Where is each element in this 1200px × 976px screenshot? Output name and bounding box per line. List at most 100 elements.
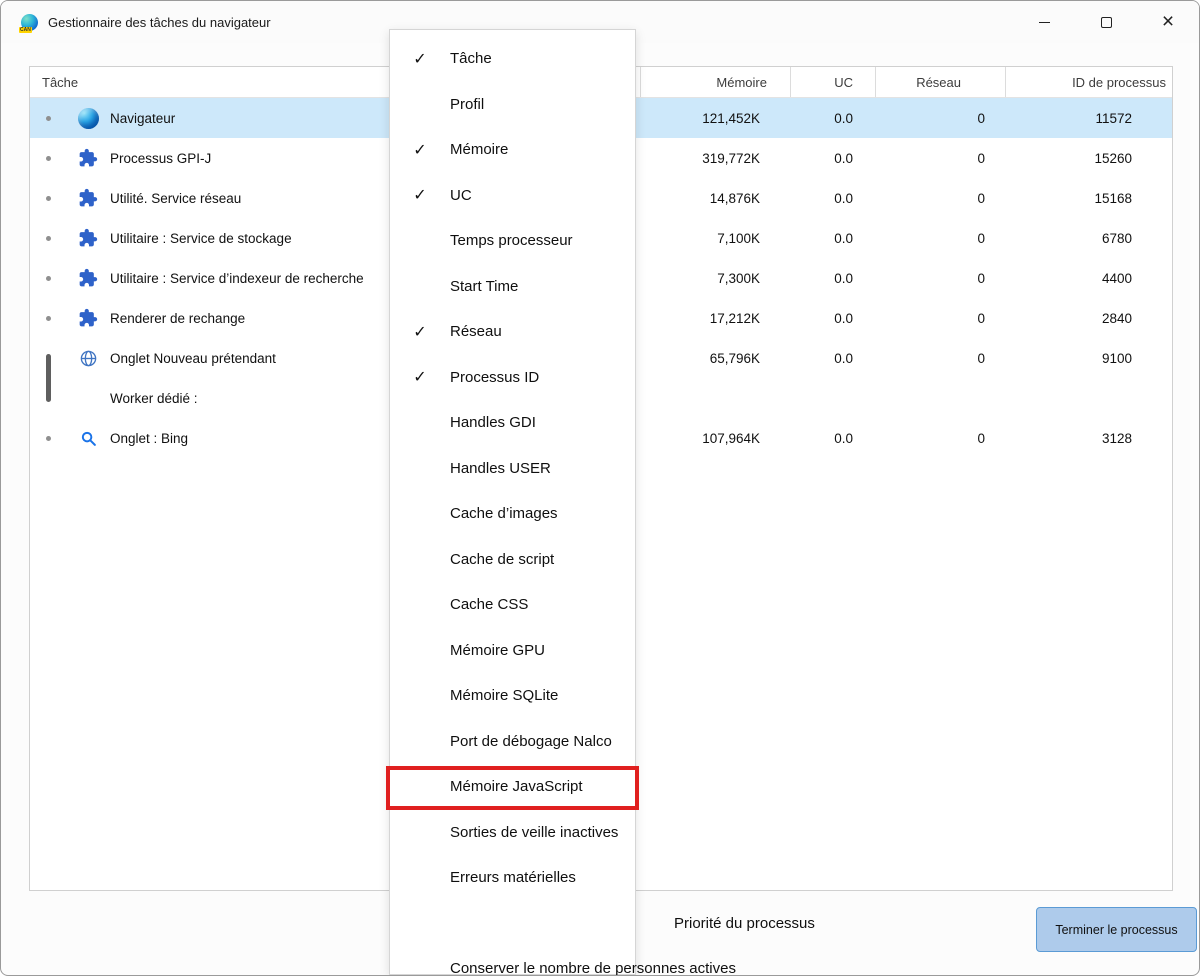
tab-globe-icon bbox=[66, 349, 110, 368]
check-icon: ✓ bbox=[413, 50, 427, 68]
maximize-icon bbox=[1100, 16, 1112, 28]
menu-item-sorties-de-veille-inactives[interactable]: Sorties de veille inactives bbox=[390, 810, 635, 856]
network-value: 0 bbox=[977, 270, 985, 286]
menu-item-handles-gdi[interactable]: Handles GDI bbox=[390, 400, 635, 446]
extension-icon bbox=[66, 188, 110, 208]
menu-item-label: Tâche bbox=[450, 50, 492, 68]
menu-item-label: Mémoire GPU bbox=[450, 641, 546, 659]
row-bullet-icon bbox=[45, 235, 51, 241]
minimize-icon bbox=[1038, 21, 1050, 23]
row-bullet-icon bbox=[45, 115, 51, 121]
check-icon: ✓ bbox=[413, 369, 427, 387]
column-header-memoire[interactable]: Mémoire bbox=[640, 67, 790, 97]
pid-value: 15168 bbox=[1094, 190, 1132, 206]
memory-value: 65,796K bbox=[709, 350, 760, 366]
maximize-button[interactable] bbox=[1075, 1, 1137, 43]
menu-item-label: Handles GDI bbox=[450, 414, 536, 432]
menu-item-cache-d-images[interactable]: Cache d’images bbox=[390, 491, 635, 537]
cpu-value: 0.0 bbox=[834, 310, 853, 326]
column-header-id-de-processus[interactable]: ID de processus bbox=[1005, 67, 1172, 97]
menu-item-cache-css[interactable]: Cache CSS bbox=[390, 582, 635, 628]
window-title: Gestionnaire des tâches du navigateur bbox=[48, 14, 271, 30]
menu-item-label: Conserver le nombre de personnes actives bbox=[450, 960, 736, 976]
menu-item-memoire[interactable]: ✓ Mémoire bbox=[390, 127, 635, 173]
end-process-button[interactable]: Terminer le processus bbox=[1036, 907, 1197, 952]
close-button[interactable]: × bbox=[1137, 1, 1199, 43]
cpu-value: 0.0 bbox=[834, 190, 853, 206]
menu-item-label: Priorité du processus bbox=[674, 914, 815, 932]
browser-task-manager-window: CAN Gestionnaire des tâches du navigateu… bbox=[0, 0, 1200, 976]
memory-value: 7,100K bbox=[717, 230, 760, 246]
group-indicator bbox=[46, 354, 51, 402]
check-icon: ✓ bbox=[413, 141, 427, 159]
menu-item-label: Handles USER bbox=[450, 459, 551, 477]
menu-item-memoire-sqlite[interactable]: Mémoire SQLite bbox=[390, 673, 635, 719]
network-value: 0 bbox=[977, 430, 985, 446]
menu-item-label: Cache CSS bbox=[450, 596, 529, 614]
edge-canary-icon: CAN bbox=[19, 13, 38, 33]
network-value: 0 bbox=[977, 190, 985, 206]
memory-value: 14,876K bbox=[709, 190, 760, 206]
row-bullet-icon bbox=[45, 155, 51, 161]
network-value: 0 bbox=[977, 310, 985, 326]
menu-item-erreurs-materielles[interactable]: Erreurs matérielles bbox=[390, 855, 635, 901]
cpu-value: 0.0 bbox=[834, 150, 853, 166]
menu-item-tache[interactable]: ✓ Tâche bbox=[390, 36, 635, 82]
extension-icon bbox=[66, 148, 110, 168]
row-bullet-icon bbox=[45, 275, 51, 281]
menu-item-processus-id[interactable]: ✓ Processus ID bbox=[390, 355, 635, 401]
menu-item-label: Sorties de veille inactives bbox=[450, 823, 619, 841]
menu-item-priorite-du-processus[interactable]: Priorité du processus bbox=[390, 901, 815, 947]
menu-item-label: Mémoire SQLite bbox=[450, 687, 559, 705]
menu-item-label: Mémoire bbox=[450, 141, 509, 159]
menu-item-label: Start Time bbox=[450, 277, 519, 295]
window-controls: × bbox=[1013, 1, 1199, 43]
memory-value: 121,452K bbox=[702, 110, 760, 126]
menu-item-label: Réseau bbox=[450, 323, 502, 341]
cpu-value: 0.0 bbox=[834, 350, 853, 366]
menu-item-label: Erreurs matérielles bbox=[450, 869, 576, 887]
menu-item-label: Port de débogage Nalco bbox=[450, 732, 612, 750]
network-value: 0 bbox=[977, 110, 985, 126]
column-header-reseau[interactable]: Réseau bbox=[875, 67, 1005, 97]
menu-item-temps-processeur[interactable]: Temps processeur bbox=[390, 218, 635, 264]
menu-item-label: Processus ID bbox=[450, 368, 540, 386]
menu-item-conserver-le-nombre-de-personnes-actives[interactable]: Conserver le nombre de personnes actives bbox=[390, 946, 736, 975]
check-icon: ✓ bbox=[413, 187, 427, 205]
menu-item-label: Cache d’images bbox=[450, 505, 558, 523]
menu-item-handles-user[interactable]: Handles USER bbox=[390, 446, 635, 492]
menu-item-start-time[interactable]: Start Time bbox=[390, 264, 635, 310]
cpu-value: 0.0 bbox=[834, 430, 853, 446]
cpu-value: 0.0 bbox=[834, 270, 853, 286]
close-icon: × bbox=[1161, 9, 1175, 33]
menu-item-uc[interactable]: ✓ UC bbox=[390, 173, 635, 219]
menu-item-label: Temps processeur bbox=[450, 232, 573, 250]
extension-icon bbox=[66, 228, 110, 248]
row-bullet-icon bbox=[45, 435, 51, 441]
menu-item-label: UC bbox=[450, 186, 472, 204]
menu-item-memoire-javascript[interactable]: Mémoire JavaScript bbox=[390, 764, 635, 810]
edge-icon bbox=[66, 107, 110, 129]
minimize-button[interactable] bbox=[1013, 1, 1075, 43]
column-header-uc[interactable]: UC bbox=[790, 67, 875, 97]
pid-value: 3128 bbox=[1101, 430, 1132, 446]
canary-badge: CAN bbox=[19, 26, 32, 33]
pid-value: 4400 bbox=[1101, 270, 1132, 286]
column-context-menu: ✓ Tâche Profil ✓ Mémoire ✓ UC Temps processeur S… bbox=[389, 29, 815, 975]
menu-item-label: Cache de script bbox=[450, 550, 555, 568]
menu-item-label: Profil bbox=[450, 95, 485, 113]
row-bullet-icon bbox=[45, 195, 51, 201]
menu-item-memoire-gpu[interactable]: Mémoire GPU bbox=[390, 628, 635, 674]
menu-item-cache-de-script[interactable]: Cache de script bbox=[390, 537, 635, 583]
check-icon: ✓ bbox=[413, 323, 427, 341]
menu-item-reseau[interactable]: ✓ Réseau bbox=[390, 309, 635, 355]
menu-item-port-de-debogage-nalco[interactable]: Port de débogage Nalco bbox=[390, 719, 635, 765]
menu-item-profil[interactable]: Profil bbox=[390, 82, 635, 128]
pid-value: 11572 bbox=[1095, 110, 1132, 126]
memory-value: 7,300K bbox=[717, 270, 760, 286]
memory-value: 107,964K bbox=[702, 430, 760, 446]
row-bullet-icon bbox=[45, 315, 51, 321]
search-icon bbox=[66, 430, 110, 447]
pid-value: 2840 bbox=[1101, 310, 1132, 326]
network-value: 0 bbox=[977, 230, 985, 246]
